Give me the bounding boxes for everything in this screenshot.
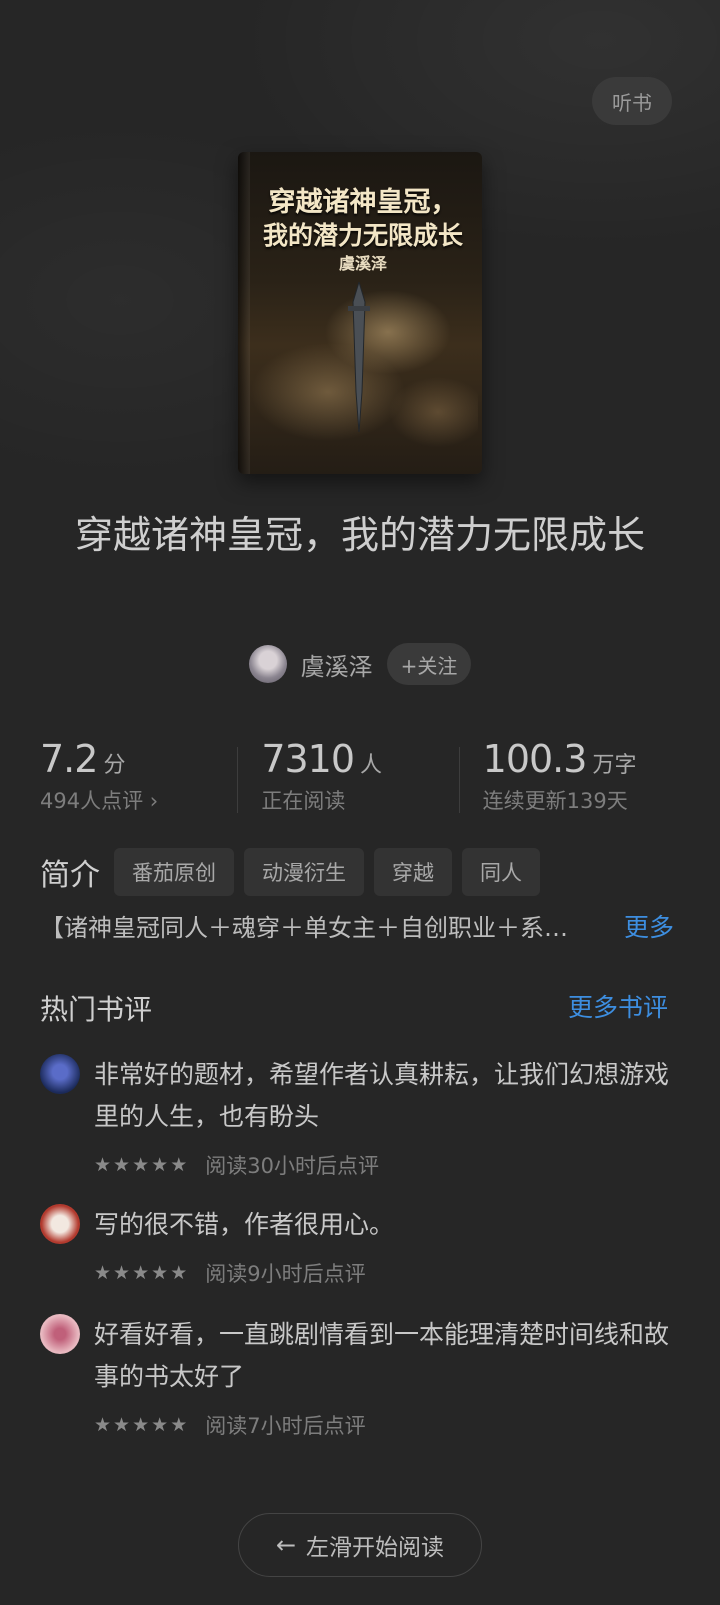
star-rating: ★ ★ ★ ★ ★ [94,1414,189,1436]
star-rating: ★ ★ ★ ★ ★ [94,1262,189,1284]
star-icon: ★ [151,1262,169,1284]
star-icon: ★ [132,1262,150,1284]
arrow-left-icon: ← [275,1531,297,1559]
rating-unit: 分 [103,753,126,778]
star-icon: ★ [113,1414,131,1436]
review-text: 写的很不错，作者很用心。 [94,1210,395,1239]
star-icon: ★ [132,1154,150,1176]
update-days: 连续更新139天 [482,789,628,813]
star-icon: ★ [132,1414,150,1436]
review-text: 好看好看，一直跳剧情看到一本能理清楚时间线和故事的书太好了 [94,1320,670,1391]
follow-button[interactable]: +关注 [386,643,472,685]
star-icon: ★ [151,1414,169,1436]
review-time: 阅读9小时后点评 [205,1262,366,1286]
review-time: 阅读30小时后点评 [205,1154,379,1178]
star-icon: ★ [170,1154,188,1176]
star-icon: ★ [113,1262,131,1284]
star-icon: ★ [94,1414,112,1436]
start-reading-button[interactable]: ← 左滑开始阅读 [238,1513,482,1577]
rating-stat[interactable]: 7.2 分 494人点评 › [40,737,237,815]
rating-value: 7.2 [40,737,98,781]
hot-reviews-title: 热门书评 [40,993,153,1026]
star-icon: ★ [94,1154,112,1176]
sword-illustration [348,282,370,432]
rating-count: 494人点评 › [40,789,159,813]
reviewer-avatar[interactable] [40,1314,80,1354]
reviewer-avatar[interactable] [40,1204,80,1244]
stats-row: 7.2 分 494人点评 › 7310 人 正在阅读 100.3 万字 连续更新… [40,737,680,815]
wordcount-unit: 万字 [592,753,637,778]
star-icon: ★ [170,1262,188,1284]
tag-item[interactable]: 动漫衍生 [244,848,364,896]
readers-value: 7310 [261,737,355,781]
author-row: 虞溪泽 +关注 [0,643,720,685]
start-reading-label: 左滑开始阅读 [306,1535,445,1561]
listen-button[interactable]: 听书 [592,77,672,125]
intro-more-link[interactable]: 更多 [624,908,674,944]
author-name[interactable]: 虞溪泽 [301,647,373,682]
more-reviews-link[interactable]: 更多书评 [568,988,668,1024]
star-icon: ★ [94,1262,112,1284]
star-icon: ★ [113,1154,131,1176]
readers-unit: 人 [360,753,383,778]
cover-title-line2: 我的潜力无限成长 [262,221,463,250]
review-time: 阅读7小时后点评 [205,1414,366,1438]
cover-title-line1: 穿越诸神皇冠， [268,187,458,218]
tag-item[interactable]: 穿越 [374,848,452,896]
author-avatar[interactable] [248,645,287,683]
wordcount-value: 100.3 [482,737,588,781]
reviewer-avatar[interactable] [40,1054,80,1094]
intro-tags-row: 简介 番茄原创 动漫衍生 穿越 同人 [40,848,550,896]
cover-author: 虞溪泽 [338,254,387,273]
star-icon: ★ [151,1154,169,1176]
book-title: 穿越诸神皇冠，我的潜力无限成长 [74,513,645,557]
tag-item[interactable]: 番茄原创 [114,848,234,896]
star-rating: ★ ★ ★ ★ ★ [94,1154,189,1176]
readers-label: 正在阅读 [261,789,346,813]
book-cover[interactable]: 穿越诸神皇冠， 我的潜力无限成长 虞溪泽 [238,152,482,474]
review-meta: ★ ★ ★ ★ ★ 阅读30小时后点评 [94,1150,379,1180]
tag-item[interactable]: 同人 [462,848,540,896]
intro-label: 简介 [40,858,100,893]
review-meta: ★ ★ ★ ★ ★ 阅读7小时后点评 [94,1410,366,1440]
review-meta: ★ ★ ★ ★ ★ 阅读9小时后点评 [94,1258,366,1288]
readers-stat: 7310 人 正在阅读 [237,737,458,815]
review-text: 非常好的题材，希望作者认真耕耘，让我们幻想游戏里的人生，也有盼头 [94,1060,670,1131]
star-icon: ★ [170,1414,188,1436]
intro-text[interactable]: 【诸神皇冠同人＋魂穿＋单女主＋自创职业＋系统】 [40,908,580,943]
wordcount-stat: 100.3 万字 连续更新139天 [458,737,680,815]
